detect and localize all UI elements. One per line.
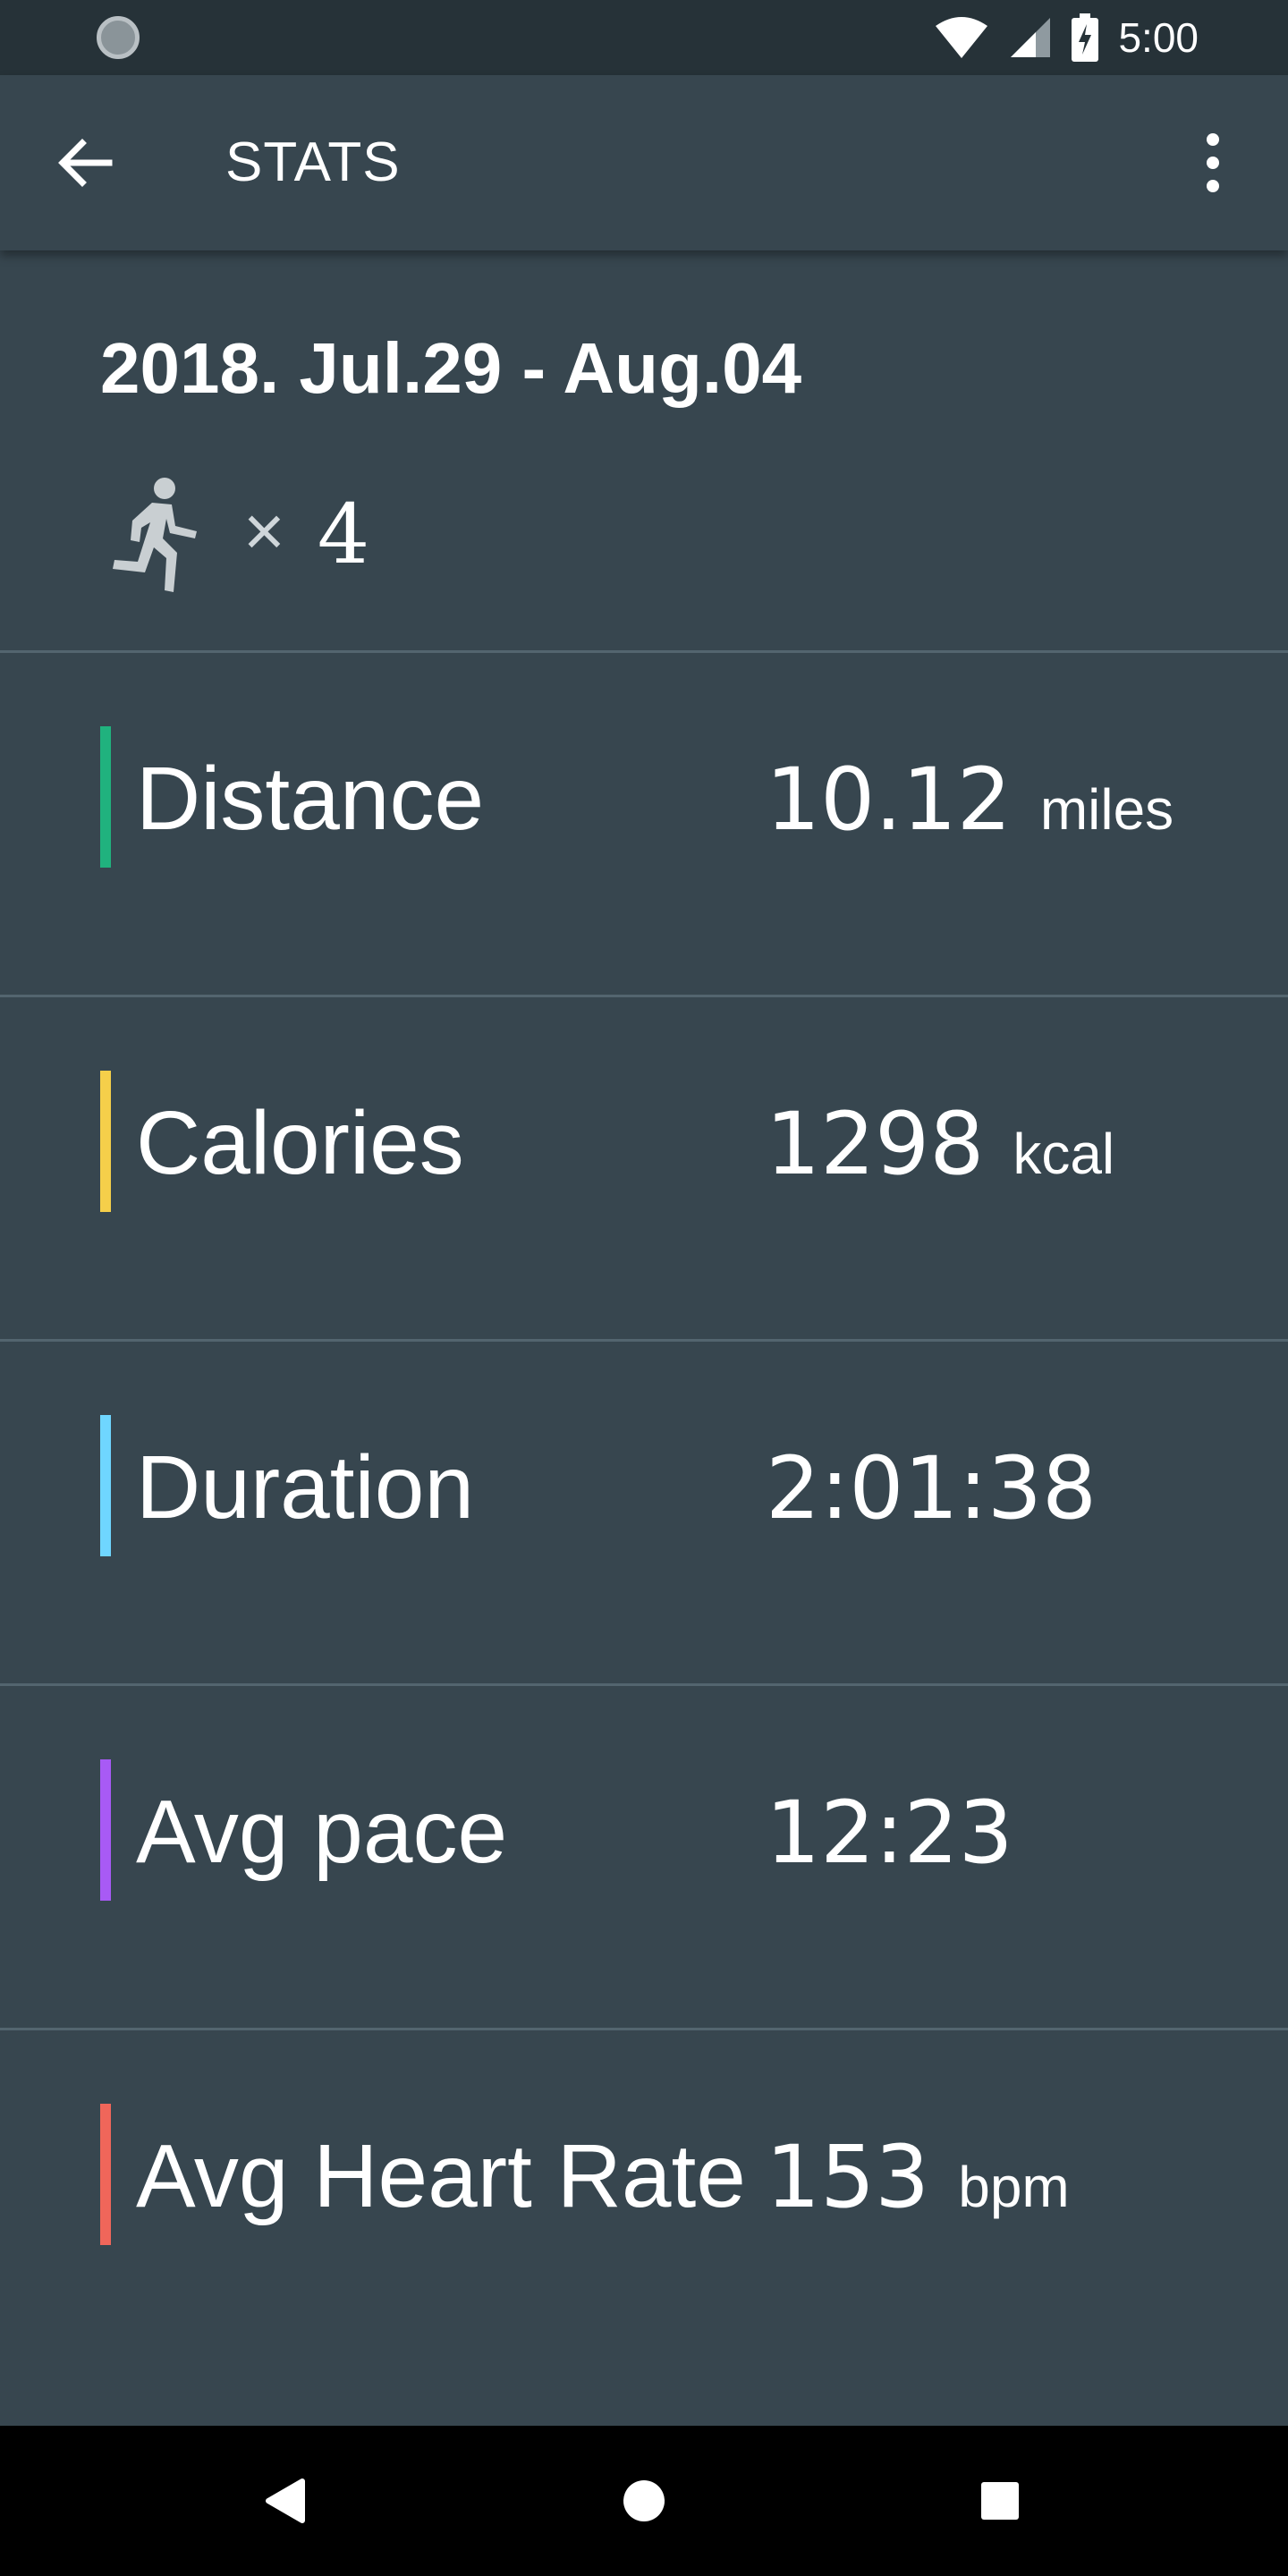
running-icon [113, 478, 197, 592]
home-circle-icon [623, 2480, 665, 2521]
signal-icon [1011, 18, 1051, 57]
stat-label: Duration [136, 1437, 474, 1538]
battery-charging-icon [1072, 13, 1099, 62]
stat-color-bar [100, 1759, 111, 1901]
activity-count: × 4 [109, 476, 369, 592]
stat-value-group: 10.12 miles [766, 750, 1174, 850]
stat-color-bar [100, 1071, 111, 1212]
stat-value: 12:23 [766, 1783, 1013, 1883]
stat-row-calories: Calories 1298 kcal [0, 997, 1288, 1342]
status-icons: 5:00 [934, 0, 1199, 75]
activity-count-value: 4 [317, 486, 370, 582]
stat-value: 2:01:38 [766, 1438, 1097, 1538]
arrow-left-icon [58, 139, 113, 187]
multiplier-sign: × [243, 491, 285, 571]
stat-color-bar [100, 2104, 111, 2245]
stat-value-group: 12:23 [766, 1783, 1013, 1883]
stat-unit: miles [1039, 777, 1174, 842]
status-time: 5:00 [1118, 14, 1199, 61]
back-triangle-icon [266, 2479, 305, 2523]
stats-list: Distance 10.12 miles Calories 1298 kcal … [0, 653, 1288, 2375]
system-nav-bar [0, 2426, 1288, 2576]
nav-home-button[interactable] [605, 2462, 683, 2540]
app-bar: STATS [0, 75, 1288, 250]
nav-recents-button[interactable] [961, 2462, 1039, 2540]
stat-value: 1298 [766, 1094, 985, 1194]
wifi-icon [936, 17, 988, 58]
stat-row-avg-heart-rate: Avg Heart Rate 153 bpm [0, 2030, 1288, 2375]
recents-square-icon [981, 2482, 1019, 2520]
stat-value-group: 153 bpm [766, 2127, 1070, 2227]
nav-back-button[interactable] [247, 2462, 326, 2540]
sync-icon [97, 16, 140, 59]
stat-value: 153 [766, 2127, 930, 2227]
stat-color-bar [100, 1415, 111, 1556]
stat-color-bar [100, 726, 111, 868]
stat-row-distance: Distance 10.12 miles [0, 653, 1288, 997]
stat-label: Distance [136, 749, 485, 849]
stat-value-group: 2:01:38 [766, 1438, 1097, 1538]
date-range: 2018. Jul.29 - Aug.04 [100, 328, 802, 408]
stat-row-avg-pace: Avg pace 12:23 [0, 1686, 1288, 2030]
page-title: STATS [225, 131, 401, 193]
stat-label: Avg Heart Rate [136, 2126, 746, 2226]
overflow-menu-button[interactable] [1177, 127, 1249, 199]
more-vertical-icon [1207, 133, 1219, 192]
stat-value: 10.12 [766, 750, 1012, 850]
status-bar: 5:00 [0, 0, 1288, 75]
back-button[interactable] [50, 127, 122, 199]
stat-label: Avg pace [136, 1782, 508, 1882]
stat-value-group: 1298 kcal [766, 1094, 1114, 1194]
summary-header: 2018. Jul.29 - Aug.04 × 4 [0, 250, 1288, 653]
stat-label: Calories [136, 1093, 464, 1193]
stat-row-duration: Duration 2:01:38 [0, 1342, 1288, 1686]
stat-unit: bpm [958, 2155, 1070, 2219]
stat-unit: kcal [1013, 1122, 1115, 1186]
